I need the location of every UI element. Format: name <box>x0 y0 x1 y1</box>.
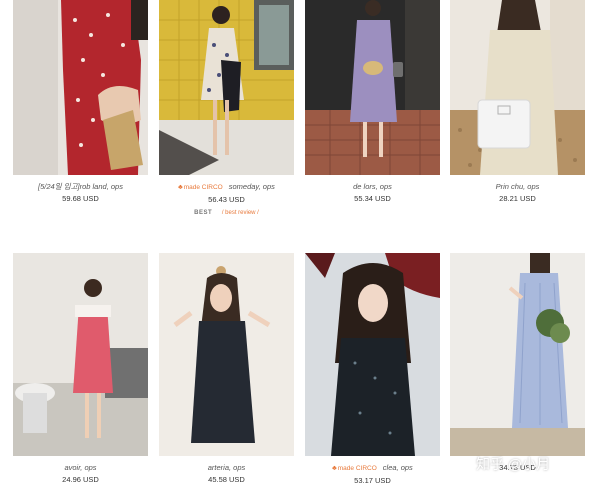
product-name[interactable]: ♣made CIRCO clea, ops <box>305 463 440 474</box>
product-photo[interactable] <box>305 253 440 456</box>
product-name[interactable]: arteria, ops <box>159 463 294 473</box>
product-name[interactable]: Prin chu, ops <box>450 182 585 192</box>
product-card[interactable]: 34.73 USD <box>450 253 585 473</box>
brand-tag: ♣made CIRCO <box>332 465 377 472</box>
product-badges: BEST / best review / <box>159 209 294 217</box>
product-card[interactable]: ♣made CIRCO someday, ops 56.43 USD BEST /… <box>159 0 294 217</box>
product-photo[interactable] <box>13 253 148 456</box>
product-price: 45.58 USD <box>208 475 245 484</box>
brand-tag: ♣made CIRCO <box>178 184 223 191</box>
product-card[interactable]: arteria, ops 45.58 USD <box>159 253 294 485</box>
product-photo[interactable] <box>450 253 585 456</box>
product-price: 56.43 USD <box>208 195 245 204</box>
crown-icon: ♣ <box>178 184 183 191</box>
product-card[interactable]: avoir, ops 24.96 USD <box>13 253 148 485</box>
product-photo[interactable] <box>305 0 440 175</box>
product-card[interactable]: Prin chu, ops 28.21 USD <box>450 0 585 204</box>
product-photo[interactable] <box>13 0 148 175</box>
product-card[interactable]: ♣made CIRCO clea, ops 53.17 USD <box>305 253 440 486</box>
product-price: 53.17 USD <box>354 476 391 485</box>
watermark-text: 知乎 @小月 <box>476 456 551 472</box>
product-price: 55.34 USD <box>354 194 391 203</box>
product-price: 24.96 USD <box>62 475 99 484</box>
best-badge: BEST <box>194 210 213 216</box>
product-price: 59.68 USD <box>62 194 99 203</box>
best-review-badge: / best review / <box>221 210 259 216</box>
product-card[interactable]: [5/24일 입고]rob land, ops 59.68 USD <box>13 0 148 204</box>
product-name[interactable]: [5/24일 입고]rob land, ops <box>13 182 148 192</box>
product-photo[interactable] <box>159 0 294 175</box>
crown-icon: ♣ <box>332 465 337 472</box>
product-name[interactable]: de lors, ops <box>305 182 440 192</box>
product-price: 28.21 USD <box>499 194 536 203</box>
product-photo[interactable] <box>159 253 294 456</box>
product-grid: [5/24일 입고]rob land, ops 59.68 USD ♣made … <box>0 0 600 488</box>
product-photo[interactable] <box>450 0 585 175</box>
product-card[interactable]: de lors, ops 55.34 USD <box>305 0 440 204</box>
product-name[interactable]: avoir, ops <box>13 463 148 473</box>
product-name[interactable]: ♣made CIRCO someday, ops <box>159 182 294 193</box>
